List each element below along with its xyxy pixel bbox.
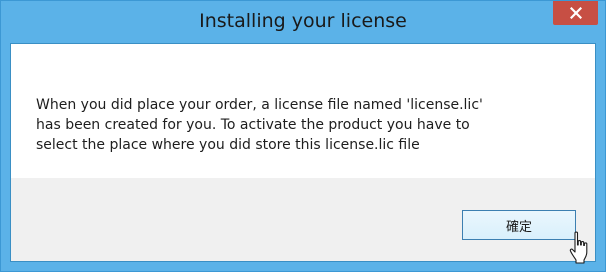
- dialog-title: Installing your license: [199, 10, 407, 32]
- ok-button[interactable]: 確定: [462, 210, 576, 240]
- message-area: When you did place your order, a license…: [11, 44, 595, 178]
- dialog-window: Installing your license When you did pla…: [0, 0, 606, 272]
- button-bar: 確定: [11, 178, 595, 261]
- dialog-body: When you did place your order, a license…: [10, 43, 596, 262]
- close-icon: [569, 7, 582, 19]
- close-button[interactable]: [553, 1, 598, 25]
- title-bar[interactable]: Installing your license: [1, 1, 605, 43]
- hand-pointer-icon: [569, 231, 588, 264]
- message-text: When you did place your order, a license…: [36, 97, 483, 153]
